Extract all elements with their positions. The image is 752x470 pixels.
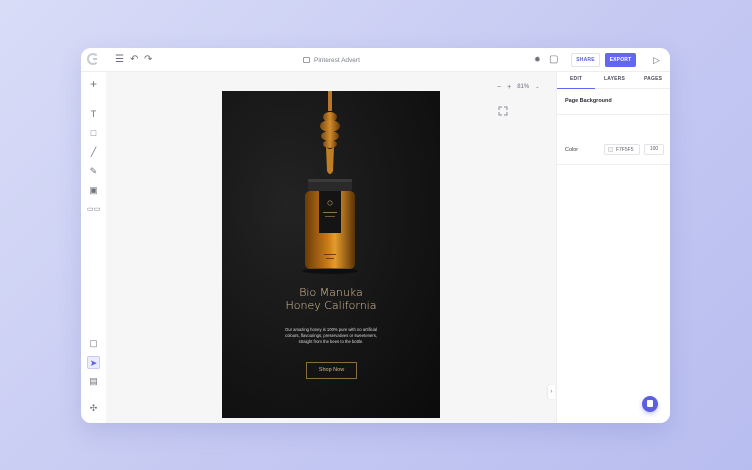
ad-headline[interactable]: Bio Manuka Honey California — [222, 286, 440, 312]
fit-screen-icon[interactable] — [498, 106, 508, 116]
ad-body-text[interactable]: Our amazing honey is 100% pure with no a… — [272, 327, 390, 345]
app-logo-icon[interactable] — [87, 53, 99, 65]
settings-icon[interactable]: ✹ — [534, 54, 541, 66]
image-icon — [303, 57, 310, 63]
document-title[interactable]: Pinterest Advert — [303, 54, 360, 66]
redo-icon[interactable]: ↷ — [144, 54, 152, 66]
play-icon[interactable]: ▷ — [653, 54, 660, 66]
divider — [557, 164, 670, 165]
select-tool-icon[interactable]: ➤ — [87, 356, 100, 369]
headline-line-2: Honey California — [285, 299, 377, 312]
line-tool-icon[interactable]: ╱ — [87, 146, 100, 159]
tab-layers[interactable]: LAYERS — [604, 76, 625, 82]
active-tab-indicator — [557, 88, 595, 89]
color-hex-field[interactable]: F7F5F5 — [604, 144, 640, 155]
artboard[interactable]: Bio Manuka Honey California Our amazing … — [222, 91, 440, 418]
top-toolbar: ☰ ↶ ↷ Pinterest Advert ✹ ▢ SHARE EXPORT … — [81, 48, 670, 72]
panel-tabs: EDIT LAYERS PAGES — [557, 72, 670, 89]
tab-edit[interactable]: EDIT — [570, 76, 582, 82]
headline-line-1: Bio Manuka — [299, 286, 363, 299]
body-line-3: straight from the bees to the bottle. — [298, 339, 364, 344]
color-swatch[interactable] — [608, 147, 613, 152]
chevron-down-icon[interactable]: ⌄ — [535, 84, 539, 90]
section-title: Page Background — [565, 98, 612, 104]
divider — [557, 114, 670, 115]
zoom-controls: − + 81% ⌄ — [497, 81, 539, 93]
shop-now-button[interactable]: Shop Now — [306, 362, 357, 379]
add-icon[interactable]: + — [87, 78, 100, 91]
comment-icon[interactable]: ▢ — [549, 54, 558, 66]
zoom-out-icon[interactable]: − — [497, 84, 501, 91]
layout-icon[interactable]: ▤ — [87, 375, 100, 388]
honey-jar-image — [302, 91, 358, 274]
share-button[interactable]: SHARE — [571, 53, 600, 67]
menu-icon[interactable]: ☰ — [115, 54, 124, 66]
undo-icon[interactable]: ↶ — [130, 54, 138, 66]
document-title-text: Pinterest Advert — [314, 56, 360, 64]
properties-panel: EDIT LAYERS PAGES Page Background Color … — [556, 72, 670, 423]
left-toolbar: + T □ ╱ ✎ ▣ ▭▭ ▢ ➤ ▤ ✣ — [81, 72, 106, 423]
export-button[interactable]: EXPORT — [605, 53, 636, 67]
image-tool-icon[interactable]: ▣ — [87, 184, 100, 197]
frame-tool-icon[interactable]: ▢ — [87, 337, 100, 350]
panel-collapse-handle[interactable]: › — [548, 385, 555, 399]
tab-pages[interactable]: PAGES — [644, 76, 662, 82]
shape-tool-icon[interactable]: □ — [87, 127, 100, 140]
opacity-field[interactable]: 100 — [644, 144, 664, 155]
help-chat-button[interactable] — [642, 396, 658, 412]
draw-tool-icon[interactable]: ✎ — [87, 165, 100, 178]
more-tools-icon[interactable]: ▭▭ — [87, 203, 100, 216]
zoom-level[interactable]: 81% — [517, 84, 529, 90]
plugin-icon[interactable]: ✣ — [87, 402, 100, 415]
color-hex-value: F7F5F5 — [616, 146, 634, 153]
zoom-in-icon[interactable]: + — [507, 84, 511, 91]
color-label: Color — [565, 147, 579, 153]
text-tool-icon[interactable]: T — [87, 108, 100, 121]
